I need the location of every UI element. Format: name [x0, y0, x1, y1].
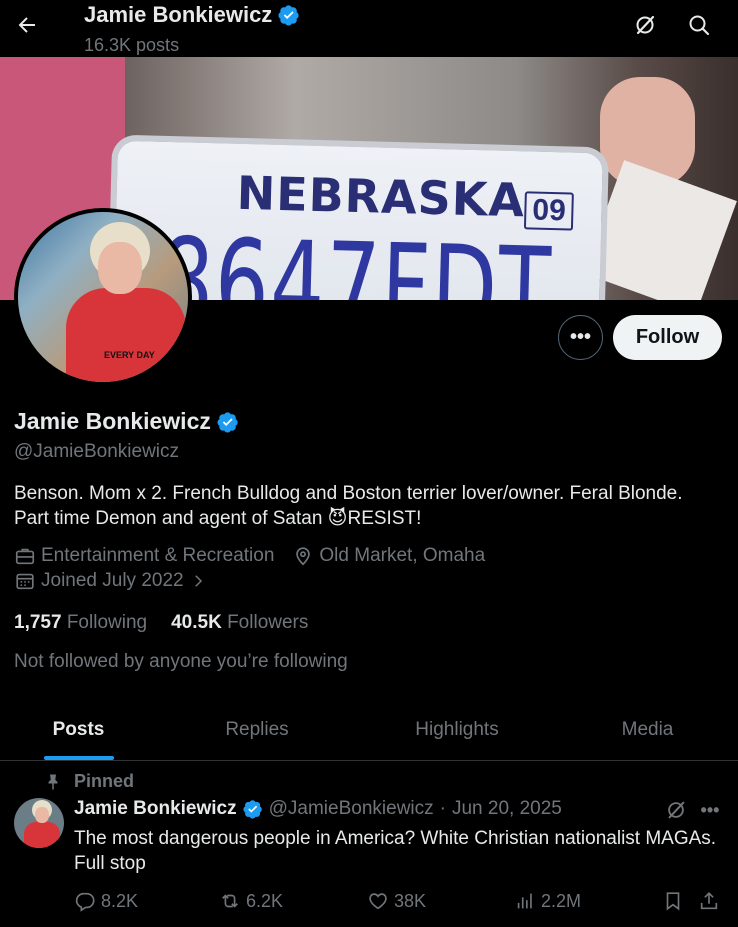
location-text: Old Market, Omaha: [319, 545, 486, 566]
avatar-shirt-text: EVERY DAY: [104, 350, 155, 360]
tab-label: Media: [621, 719, 674, 740]
post-text: The most dangerous people in America? Wh…: [74, 828, 717, 874]
post-date[interactable]: Jun 20, 2025: [452, 798, 562, 820]
following-link[interactable]: 1,757 Following: [14, 612, 147, 634]
profile-handle: @JamieBonkiewicz: [14, 441, 180, 462]
verified-badge-icon: [278, 4, 300, 26]
grok-icon: [633, 13, 657, 37]
tab-highlights[interactable]: Highlights: [357, 700, 557, 760]
views-button[interactable]: 2.2M: [514, 890, 581, 912]
profile-joined[interactable]: Joined July 2022: [14, 570, 207, 592]
profile-joined-row[interactable]: Joined July 2022: [14, 570, 207, 592]
profile-meta-row: Entertainment & Recreation Old Market, O…: [14, 545, 485, 567]
repost-icon: [219, 890, 241, 912]
not-followed-notice: Not followed by anyone you’re following: [14, 651, 348, 672]
profile-bio: Benson. Mom x 2. French Bulldog and Bost…: [14, 483, 683, 529]
top-bar: Jamie Bonkiewicz 16.3K posts: [0, 0, 738, 57]
post-grok-button[interactable]: [664, 798, 688, 822]
tab-posts[interactable]: Posts: [0, 700, 157, 760]
pin-icon: [44, 773, 62, 791]
profile-avatar[interactable]: EVERY DAY: [14, 208, 192, 386]
following-label: Following: [66, 612, 148, 633]
bookmark-button[interactable]: [662, 890, 684, 912]
header-name: Jamie Bonkiewicz: [84, 2, 300, 28]
reply-icon: [74, 890, 96, 912]
followers-count: 40.5K: [171, 612, 222, 633]
following-count: 1,757: [14, 612, 62, 633]
like-button[interactable]: 38K: [367, 890, 426, 912]
follow-button[interactable]: Follow: [613, 315, 722, 360]
calendar-icon: [14, 570, 36, 592]
profile-location: Old Market, Omaha: [292, 545, 485, 567]
briefcase-icon: [14, 545, 36, 567]
followers-link[interactable]: 40.5K Followers: [171, 612, 308, 634]
back-button[interactable]: [10, 8, 44, 42]
follow-counts: 1,757 Following 40.5K Followers: [14, 612, 308, 634]
display-name-text: Jamie Bonkiewicz: [14, 408, 211, 434]
avatar-shirt: [24, 822, 60, 848]
post-separator: ·: [439, 798, 446, 819]
arrow-left-icon: [15, 13, 39, 37]
joined-text: Joined July 2022: [41, 570, 184, 591]
more-options-button[interactable]: •••: [558, 315, 603, 360]
profile-category: Entertainment & Recreation: [14, 545, 274, 567]
pinned-text: Pinned: [74, 771, 135, 791]
plate-number: 8647FDT: [157, 211, 554, 300]
views-count: 2.2M: [541, 890, 582, 911]
repost-count: 6.2K: [246, 890, 284, 911]
avatar-shirt: [66, 288, 186, 382]
grok-icon: [665, 799, 687, 821]
share-icon: [698, 890, 720, 912]
followers-label: Followers: [227, 612, 309, 633]
post-more-button[interactable]: •••: [697, 797, 723, 823]
profile-display-name: Jamie Bonkiewicz: [14, 408, 239, 435]
avatar-face: [98, 242, 142, 294]
banner-paper-tag: [583, 160, 737, 300]
heart-icon: [367, 890, 389, 912]
share-button[interactable]: [698, 890, 720, 912]
chevron-right-icon: [189, 572, 207, 590]
repost-button[interactable]: 6.2K: [219, 890, 283, 912]
reply-count: 8.2K: [101, 890, 139, 911]
header-posts-count: 16.3K posts: [84, 35, 180, 55]
pinned-label: Pinned: [44, 771, 134, 792]
profile-tabs: Posts Replies Highlights Media: [0, 700, 738, 761]
tab-media[interactable]: Media: [557, 700, 738, 760]
tab-replies[interactable]: Replies: [157, 700, 357, 760]
location-pin-icon: [292, 545, 314, 567]
avatar-face: [35, 807, 49, 823]
tab-label: Posts: [52, 719, 105, 740]
verified-badge-icon[interactable]: [217, 411, 239, 433]
tab-label: Highlights: [415, 719, 499, 740]
search-button[interactable]: [684, 10, 714, 40]
tab-label: Replies: [225, 719, 289, 740]
post-header: Jamie Bonkiewicz @JamieBonkiewicz · Jun …: [74, 798, 562, 820]
post-author-name[interactable]: Jamie Bonkiewicz: [74, 798, 237, 820]
post-actions: 8.2K 6.2K 38K 2.2M: [74, 890, 724, 918]
active-tab-indicator: [43, 756, 114, 760]
post-author-handle[interactable]: @JamieBonkiewicz: [269, 798, 434, 820]
search-icon: [687, 13, 711, 37]
analytics-icon: [514, 890, 536, 912]
verified-badge-icon: [243, 799, 263, 819]
header-name-text: Jamie Bonkiewicz: [84, 2, 273, 27]
grok-button[interactable]: [630, 10, 660, 40]
category-text: Entertainment & Recreation: [41, 545, 275, 566]
bookmark-icon: [662, 890, 684, 912]
reply-button[interactable]: 8.2K: [74, 890, 138, 912]
post-avatar[interactable]: [14, 798, 64, 848]
like-count: 38K: [394, 890, 427, 911]
